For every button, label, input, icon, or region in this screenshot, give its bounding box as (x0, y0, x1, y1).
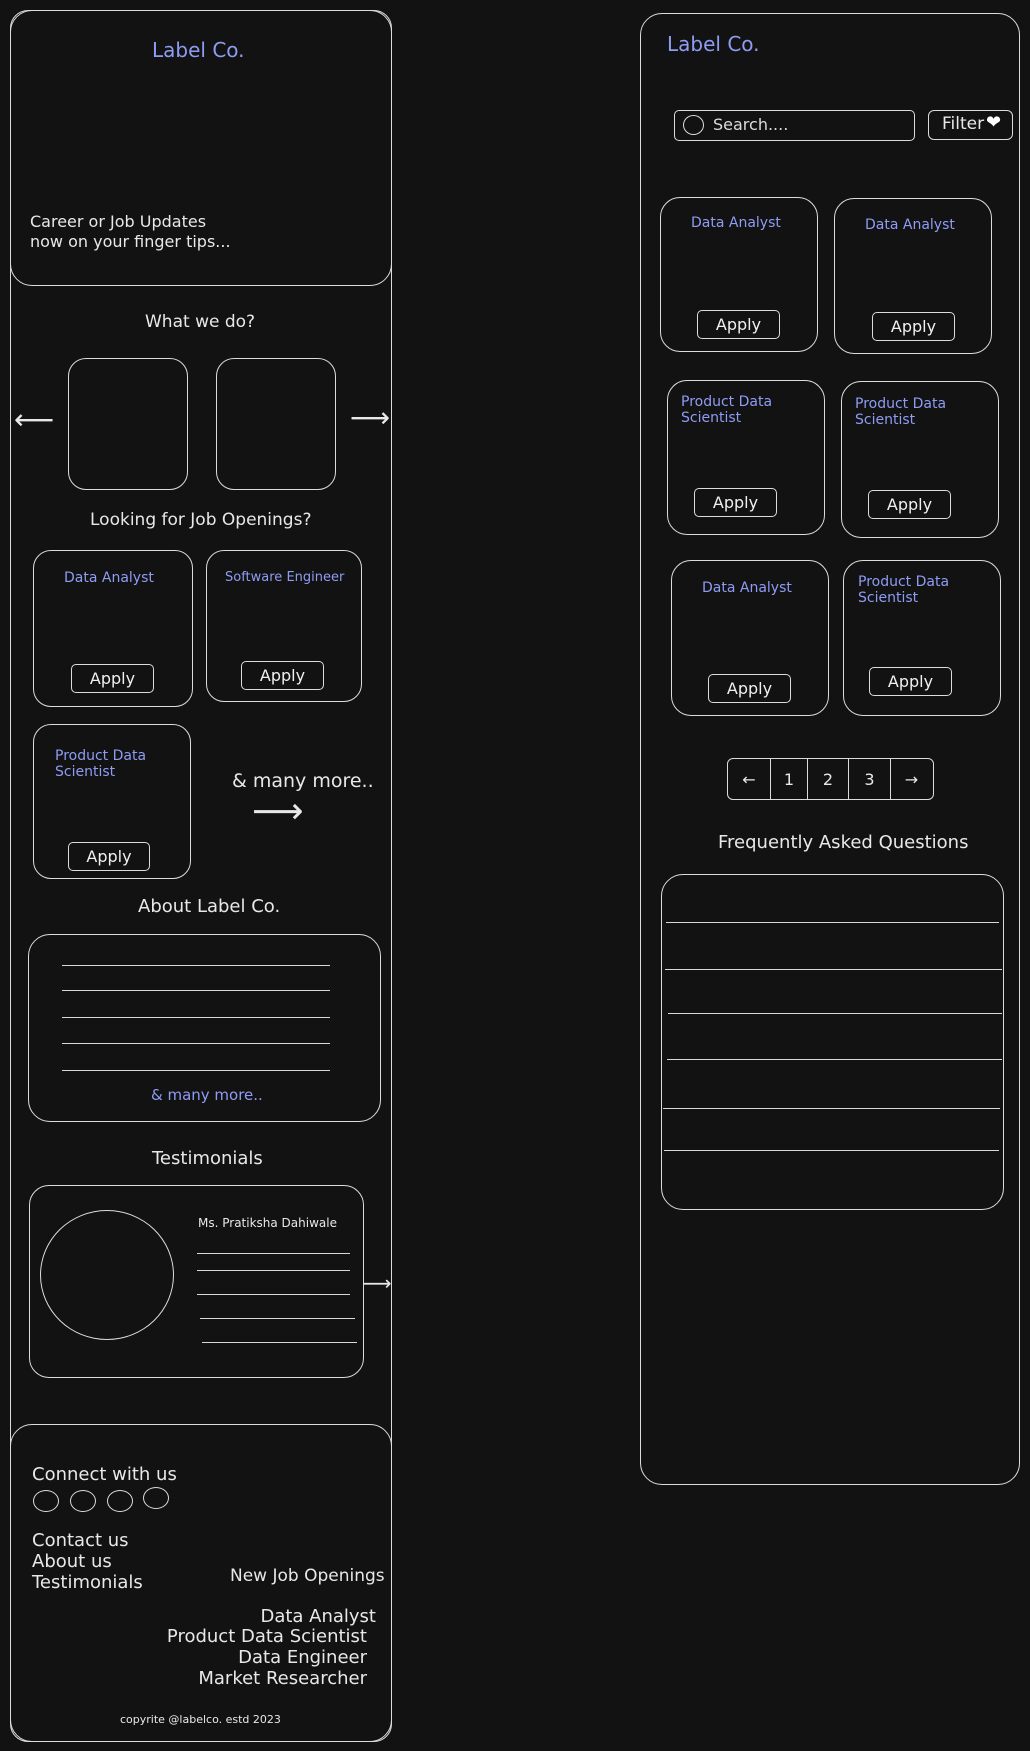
testimonials-heading: Testimonials (152, 1148, 263, 1169)
about-text-line (62, 990, 330, 991)
about-more-link[interactable]: & many more.. (151, 1086, 263, 1104)
testimonial-text-line (202, 1342, 357, 1343)
testimonial-name: Ms. Pratiksha Dahiwale (198, 1216, 337, 1230)
search-placeholder: Search.... (713, 115, 789, 134)
apply-button[interactable]: Apply (241, 661, 324, 690)
pagination: ← 1 2 3 → (727, 758, 934, 800)
new-job-link[interactable]: Data Engineer (238, 1647, 367, 1668)
job-card-title-line1: Product Data (855, 396, 947, 412)
hero-tagline-line1: Career or Job Updates (30, 212, 207, 231)
service-card-1[interactable] (68, 358, 188, 490)
job-card-title-line1: Product Data (681, 394, 773, 410)
social-icon[interactable] (70, 1490, 96, 1512)
pagination-page-3[interactable]: 3 (848, 759, 890, 799)
faq-item-divider[interactable] (666, 922, 999, 923)
faq-item-divider[interactable] (663, 1108, 1000, 1109)
job-card-title-line2: Scientist (55, 764, 116, 780)
job-card-title-line1: Product Data (858, 574, 950, 590)
logo[interactable]: Label Co. (152, 38, 245, 62)
apply-button[interactable]: Apply (868, 490, 951, 519)
testimonial-text-line (197, 1270, 350, 1271)
chevron-down-icon: ❤ (986, 112, 1002, 133)
jobs-heading: Looking for Job Openings? (90, 510, 312, 530)
apply-button[interactable]: Apply (708, 674, 791, 703)
job-card-title: Software Engineer (225, 570, 345, 585)
job-card-title: Data Analyst (865, 217, 955, 233)
social-icon[interactable] (107, 1490, 133, 1512)
job-card-title-line2: Scientist (681, 410, 742, 426)
job-card-title: Data Analyst (64, 570, 154, 586)
apply-button[interactable]: Apply (869, 667, 952, 696)
social-icon[interactable] (33, 1490, 59, 1512)
hero-tagline-line2: now on your finger tips... (30, 232, 231, 251)
service-card-2[interactable] (216, 358, 336, 490)
job-card-title: Data Analyst (691, 215, 781, 231)
job-card-title-line2: Scientist (855, 412, 916, 428)
faq-panel (661, 874, 1004, 1210)
job-card-title-line2: Scientist (858, 590, 919, 606)
faq-item-divider[interactable] (664, 1150, 999, 1151)
new-jobs-heading: New Job Openings (230, 1566, 385, 1586)
what-we-do-heading: What we do? (145, 312, 256, 332)
about-text-line (62, 1017, 330, 1018)
filter-label: Filter (942, 114, 985, 134)
pagination-page-2[interactable]: 2 (807, 759, 848, 799)
testimonial-text-line (197, 1294, 350, 1295)
footer-link-testimonials[interactable]: Testimonials (32, 1572, 143, 1593)
search-icon (683, 115, 704, 135)
apply-button[interactable]: Apply (71, 664, 154, 693)
footer-link-contact[interactable]: Contact us (32, 1530, 129, 1551)
faq-item-divider[interactable] (668, 1013, 1002, 1014)
new-job-link[interactable]: Data Analyst (260, 1606, 376, 1627)
connect-heading: Connect with us (32, 1464, 177, 1485)
social-icon[interactable] (143, 1487, 169, 1509)
faq-item-divider[interactable] (667, 1059, 1002, 1060)
testimonial-text-line (197, 1253, 350, 1254)
apply-button[interactable]: Apply (872, 312, 955, 341)
about-heading: About Label Co. (138, 896, 281, 917)
footer-link-about[interactable]: About us (32, 1551, 112, 1572)
faq-item-divider[interactable] (665, 969, 1002, 970)
pagination-page-1[interactable]: 1 (770, 759, 807, 799)
testimonial-avatar (40, 1210, 174, 1340)
job-card-title-line1: Product Data (55, 748, 147, 764)
job-card-title: Data Analyst (702, 580, 792, 596)
testimonial-next-arrow-icon[interactable]: ⟶ (363, 1273, 392, 1293)
logo[interactable]: Label Co. (667, 32, 760, 56)
new-job-link[interactable]: Market Researcher (198, 1668, 367, 1689)
about-text-line (62, 965, 330, 966)
copyright: copyrite @labelco. estd 2023 (120, 1713, 281, 1726)
carousel-next-arrow-icon[interactable]: ⟶ (350, 404, 390, 432)
carousel-prev-arrow-icon[interactable]: ⟵ (14, 406, 54, 434)
apply-button[interactable]: Apply (68, 842, 150, 871)
new-job-link[interactable]: Product Data Scientist (167, 1626, 367, 1647)
many-more-arrow-icon[interactable]: ⟶ (252, 794, 304, 830)
apply-button[interactable]: Apply (694, 488, 777, 517)
apply-button[interactable]: Apply (697, 310, 780, 339)
about-text-line (62, 1043, 330, 1044)
search-input[interactable] (674, 110, 915, 141)
pagination-prev-icon[interactable]: ← (728, 759, 770, 799)
about-text-line (62, 1070, 330, 1071)
many-more-link[interactable]: & many more.. (232, 770, 374, 792)
faq-heading: Frequently Asked Questions (718, 832, 969, 853)
testimonial-text-line (200, 1318, 355, 1319)
pagination-next-icon[interactable]: → (890, 759, 932, 799)
